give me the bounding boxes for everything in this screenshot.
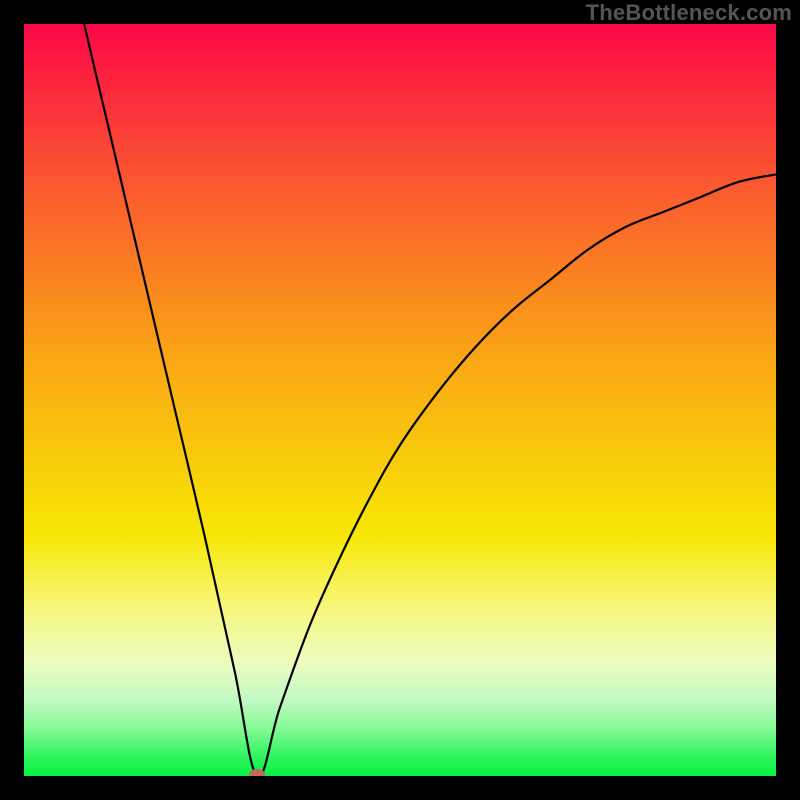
- chart-background: [24, 24, 776, 776]
- chart-plot-area: [24, 24, 776, 776]
- watermark-label: TheBottleneck.com: [586, 0, 792, 26]
